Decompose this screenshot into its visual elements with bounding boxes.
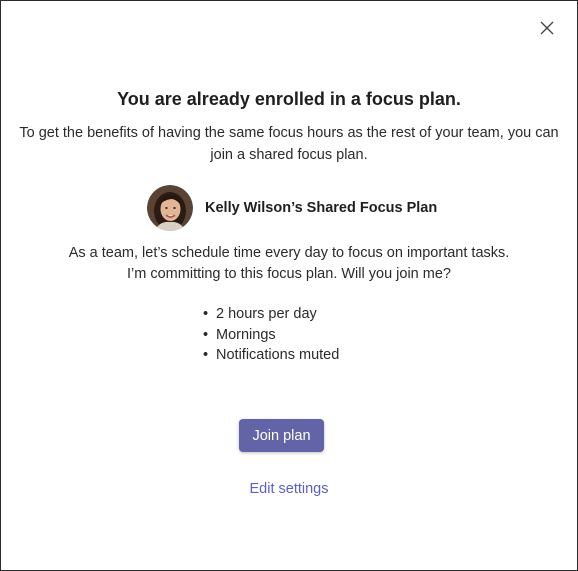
avatar <box>147 185 193 231</box>
focus-plan-dialog: You are already enrolled in a focus plan… <box>0 0 578 571</box>
list-item: Notifications muted <box>203 345 339 366</box>
join-plan-button[interactable]: Join plan <box>239 419 324 452</box>
person-avatar-icon <box>147 185 193 231</box>
message-line-2: I’m committing to this focus plan. Will … <box>127 266 451 282</box>
subtitle-line-2: join a shared focus plan. <box>210 147 368 163</box>
dialog-title: You are already enrolled in a focus plan… <box>117 89 461 109</box>
close-icon <box>540 21 554 35</box>
edit-settings-link[interactable]: Edit settings <box>1 481 577 497</box>
close-button[interactable] <box>537 18 557 38</box>
plan-header: Kelly Wilson’s Shared Focus Plan <box>147 185 437 231</box>
list-item: Mornings <box>203 325 339 346</box>
edit-settings-label[interactable]: Edit settings <box>250 481 329 497</box>
list-item: 2 hours per day <box>203 304 339 325</box>
subtitle-line-1: To get the benefits of having the same f… <box>19 125 559 141</box>
invite-message: As a team, let’s schedule time every day… <box>1 243 577 285</box>
message-line-1: As a team, let’s schedule time every day… <box>68 245 510 261</box>
plan-name: Kelly Wilson’s Shared Focus Plan <box>205 200 438 216</box>
plan-details-list: 2 hours per day Mornings Notifications m… <box>203 304 339 366</box>
dialog-subtitle: To get the benefits of having the same f… <box>15 122 563 166</box>
